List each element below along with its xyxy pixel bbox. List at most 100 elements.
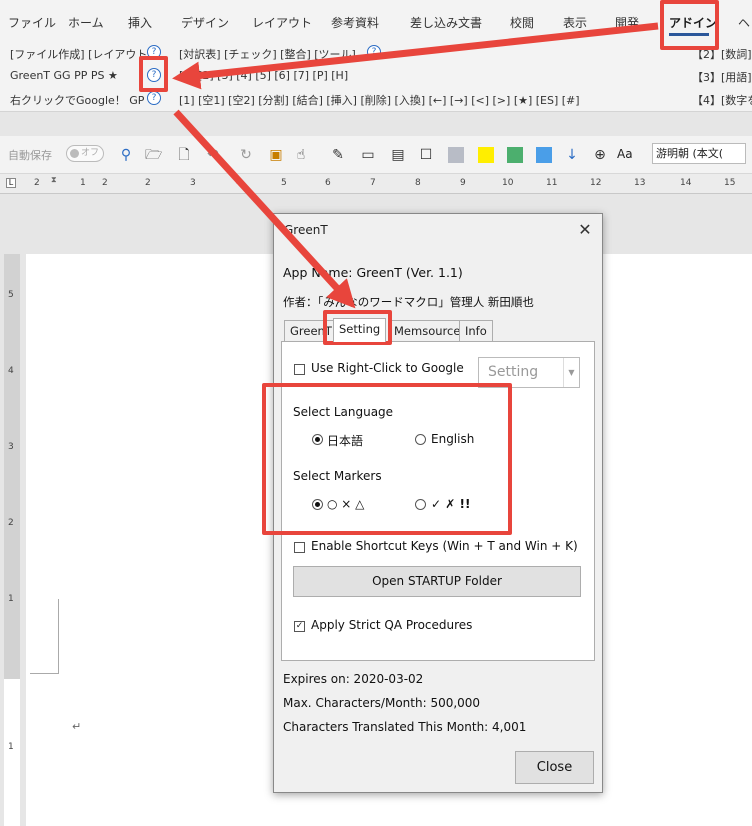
shortcut-label: Enable Shortcut Keys (Win + T and Win + … [311, 539, 578, 553]
autosave-label: 自動保存 [8, 149, 52, 162]
package-icon[interactable]: ▤ [390, 147, 406, 163]
ruler-number: 8 [415, 178, 421, 188]
expires-text: Expires on: 2020-03-02 [283, 672, 424, 686]
ruler-number: 2 [34, 178, 40, 188]
ribbon-row3-right[interactable]: 【4】[数字を [692, 92, 752, 108]
open-folder-icon[interactable]: 🗁 [145, 147, 162, 163]
edit-icon[interactable]: ✎ [330, 147, 346, 163]
highlight-help-icon [139, 56, 168, 92]
green-swatch[interactable] [507, 147, 523, 163]
open-startup-button[interactable]: Open STARTUP Folder [293, 566, 581, 597]
insert-picture-icon[interactable]: ▣ [268, 147, 284, 163]
ribbon-row2-mid[interactable]: [1] [2] [3] [4] [5] [6] [7] [P] [H] [179, 69, 348, 82]
vertical-ruler[interactable]: 5 4 3 2 1 1 [4, 254, 20, 826]
tab-references[interactable]: 参考資料 [331, 14, 379, 31]
touch-mode-icon[interactable]: ☝ [293, 147, 309, 163]
ribbon-row2-left[interactable]: GreenT GG PP PS ★ [10, 69, 118, 82]
folder-icon[interactable]: ▭ [360, 147, 376, 163]
undo-icon[interactable]: ↶ [205, 147, 221, 163]
ruler-number: 11 [546, 178, 558, 188]
author-line: 作者：「みんなのワードマクロ」管理人 新田順也 [283, 295, 534, 309]
tab-insert[interactable]: 挿入 [128, 14, 152, 31]
dialog-title: GreenT [284, 223, 328, 237]
strict-qa-check-glyph: ✓ [295, 621, 304, 631]
close-button[interactable]: Close [515, 751, 594, 784]
paragraph-mark: ↵ [72, 720, 82, 733]
ruler-number: 10 [502, 178, 514, 188]
chars-translated-text: Characters Translated This Month: 4,001 [283, 720, 527, 734]
ruler-number: 3 [8, 442, 14, 452]
quick-access-toolbar: 自動保存 オフ ⚲ 🗁 🗋 ↶ ↻ ▣ ☝ ✎ ▭ ▤ ☐ ↓ ⊕ Aa 游明朝… [0, 136, 752, 174]
ribbon-row1-mid[interactable]: [対訳表] [チェック] [整合] [ツール] [179, 46, 356, 62]
tab-review[interactable]: 校閲 [510, 14, 534, 31]
ruler-number: 13 [634, 178, 646, 188]
ruler-number: 4 [8, 366, 14, 376]
ruler-number: 4 [236, 178, 242, 188]
ruler-number: 1 [8, 594, 14, 604]
ribbon-row3-mid[interactable]: [1] [空1] [空2] [分割] [結合] [挿入] [削除] [入換] [… [179, 92, 580, 108]
tab-design[interactable]: デザイン [181, 14, 229, 31]
ruler-number: 15 [724, 178, 736, 188]
ribbon-tab-bar: ファイル ホーム 挿入 デザイン レイアウト 参考資料 差し込み文書 校閲 表示… [0, 0, 752, 40]
tab-setting[interactable]: Setting [333, 318, 387, 342]
shortcut-checkbox[interactable] [294, 542, 305, 553]
app-name: App Name: GreenT (Ver. 1.1) [283, 265, 463, 280]
tab-home[interactable]: ホーム [68, 14, 104, 31]
toggle-knob-icon [70, 149, 79, 158]
ruler-number: 2 [8, 518, 14, 528]
redo-icon[interactable]: ↻ [238, 147, 254, 163]
ruler-number: 1 [8, 742, 14, 752]
right-click-label: Use Right-Click to Google [311, 361, 464, 375]
tab-file[interactable]: ファイル [8, 14, 56, 31]
highlight-addins-tab [660, 0, 719, 50]
help-icon-row1-b[interactable]: ? [367, 45, 381, 59]
ruler-number: 6 [325, 178, 331, 188]
tab-memsource[interactable]: Memsource [388, 320, 467, 341]
ruler-number: 1 [80, 178, 86, 188]
print-preview-icon[interactable]: 🗋 [176, 147, 192, 163]
tab-stop-selector[interactable]: L [6, 178, 16, 188]
ruler-number: 2 [102, 178, 108, 188]
ruler-number: 14 [680, 178, 692, 188]
ruler-number: 3 [190, 178, 196, 188]
arrow-down-icon[interactable]: ↓ [564, 147, 580, 163]
font-name-select[interactable]: 游明朝 (本文( [652, 143, 746, 164]
chevron-down-icon: ▼ [563, 358, 579, 387]
autosave-state: オフ [81, 148, 100, 158]
vertical-ruler-page-area [4, 679, 20, 826]
ribbon-row1-left[interactable]: [ファイル作成] [レイアウト] [10, 46, 152, 62]
tab-view[interactable]: 表示 [563, 14, 587, 31]
ruler-number: 5 [8, 290, 14, 300]
dialog-close-icon[interactable]: ✕ [574, 220, 596, 240]
tab-help[interactable]: ヘ [738, 14, 750, 31]
tab-info[interactable]: Info [459, 320, 493, 341]
circle-arrow-icon[interactable]: ⊕ [592, 147, 608, 163]
ruler-number: 9 [460, 178, 466, 188]
ruler-number: 12 [590, 178, 602, 188]
ruler-number: 7 [370, 178, 376, 188]
strict-qa-label: Apply Strict QA Procedures [311, 618, 473, 632]
margin-corner-mark [30, 599, 59, 674]
ribbon-addins-panel: [ファイル作成] [レイアウト] ? [対訳表] [チェック] [整合] [ツー… [0, 40, 752, 112]
yellow-swatch[interactable] [478, 147, 494, 163]
indent-marker-icon[interactable]: ⧗ [51, 175, 57, 185]
gray-swatch[interactable] [448, 147, 464, 163]
ribbon-row3-left[interactable]: 右クリックでGoogle！ GP [10, 92, 144, 108]
autosave-toggle[interactable]: オフ [66, 145, 104, 162]
highlight-language-markers [262, 383, 512, 535]
ruler-number: 5 [281, 178, 287, 188]
blue-swatch[interactable] [536, 147, 552, 163]
tab-developer[interactable]: 開発 [615, 14, 639, 31]
search-icon[interactable]: ⚲ [118, 147, 134, 163]
change-case-label[interactable]: Aa [617, 147, 633, 161]
ribbon-row2-right[interactable]: 【3】[用語] [692, 69, 752, 85]
strict-qa-checkbox[interactable]: ✓ [294, 621, 305, 632]
help-icon-row3[interactable]: ? [147, 91, 161, 105]
checkbox-tool-icon[interactable]: ☐ [418, 147, 434, 163]
setting-dropdown-value: Setting [488, 364, 539, 380]
tab-mailings[interactable]: 差し込み文書 [410, 14, 482, 31]
font-name-value: 游明朝 (本文( [656, 147, 724, 160]
horizontal-ruler[interactable]: L ⧗ 2 1 2 2 3 4 5 6 7 8 9 10 11 12 13 14… [0, 174, 752, 194]
right-click-checkbox[interactable] [294, 364, 305, 375]
tab-layout[interactable]: レイアウト [252, 14, 312, 31]
